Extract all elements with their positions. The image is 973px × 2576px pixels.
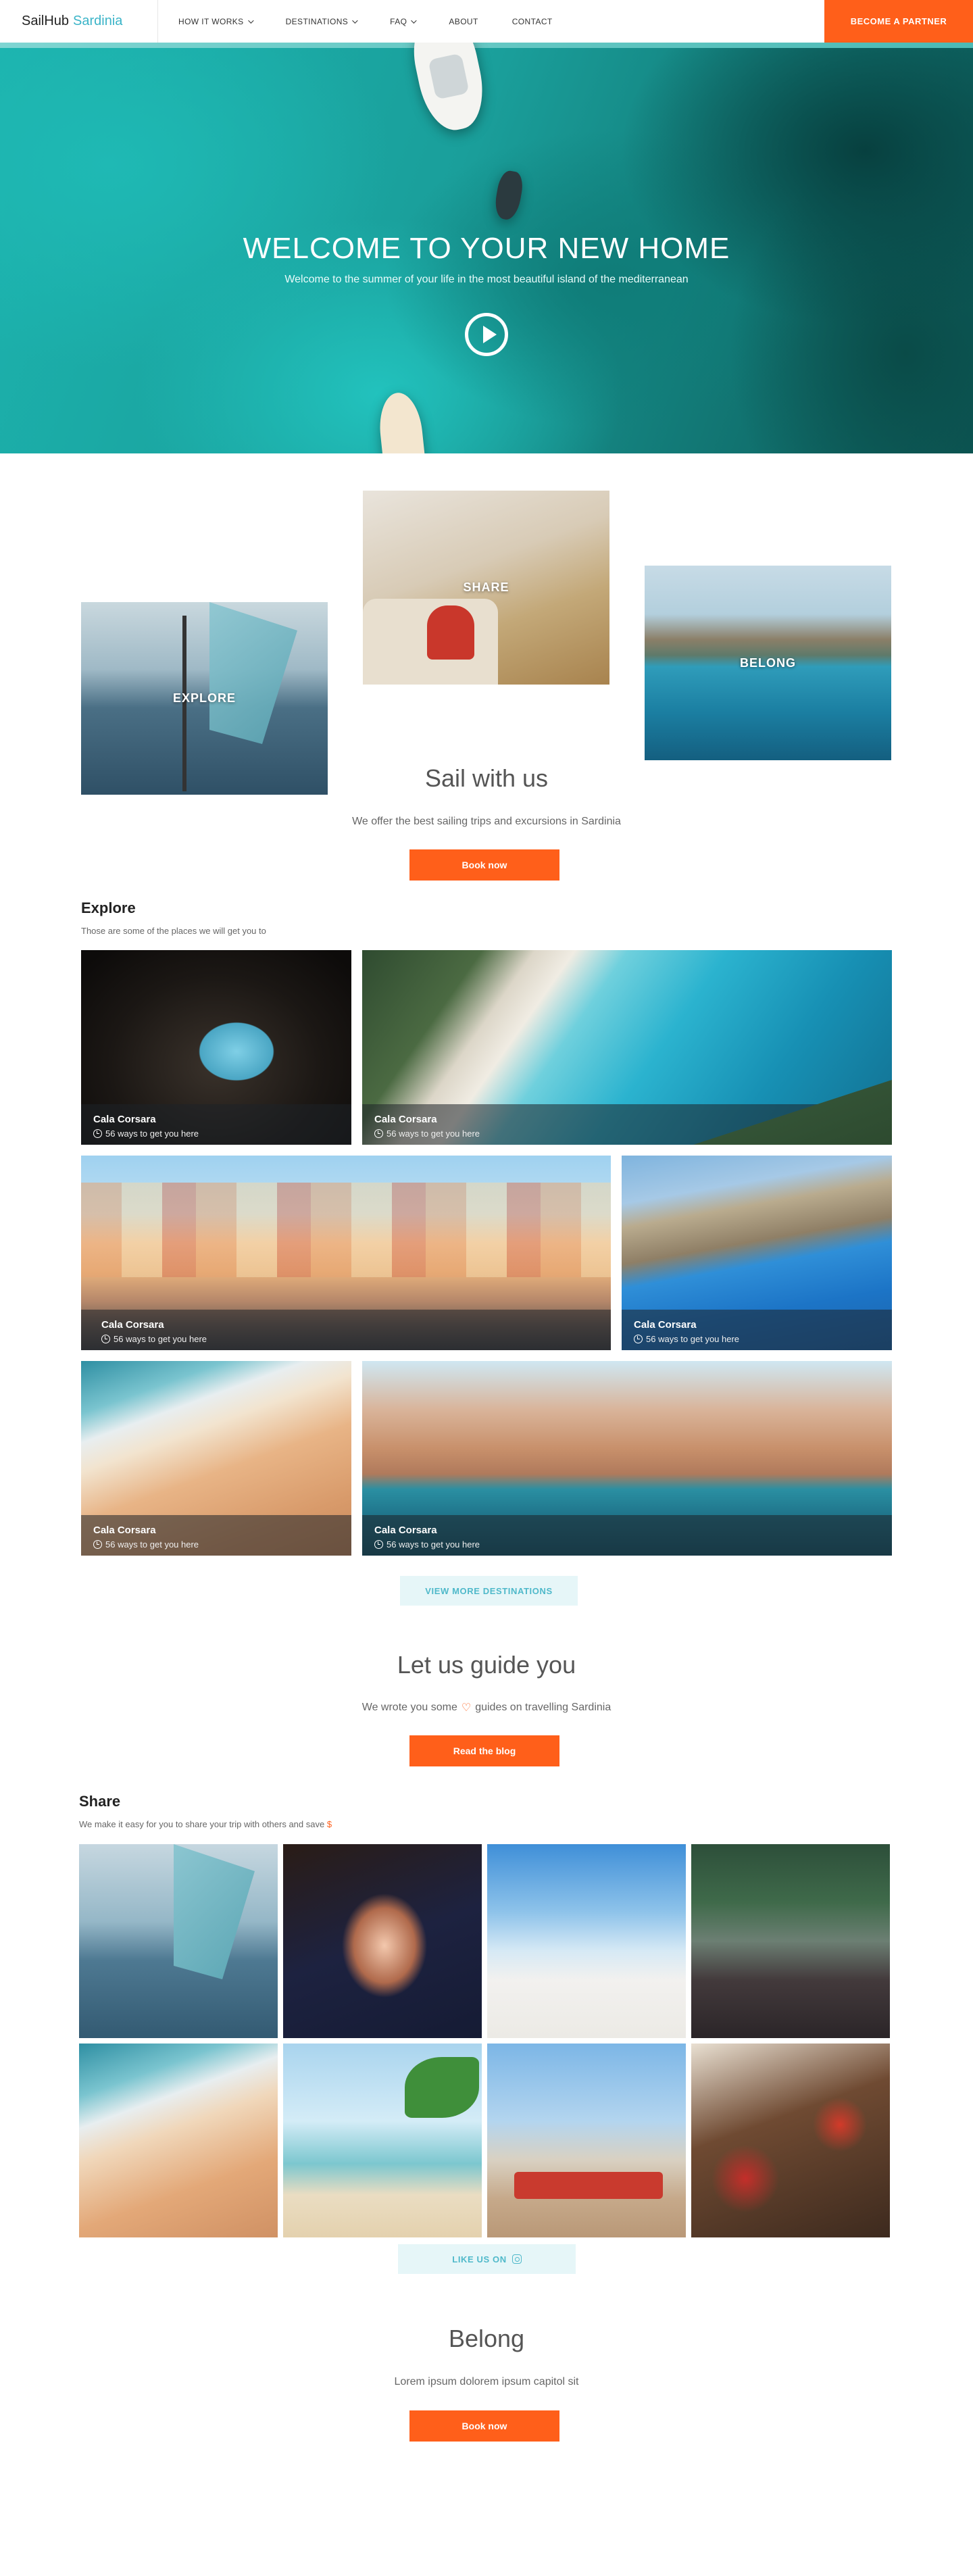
destination-tile[interactable]: Cala Corsara 56 ways to get you here — [81, 1361, 351, 1556]
hero-top-strip — [0, 43, 973, 48]
tile-meta: 56 ways to get you here — [374, 1539, 880, 1550]
hero-boat-image — [406, 43, 491, 136]
chevron-down-icon — [247, 17, 254, 24]
tile-caption: Cala Corsara 56 ways to get you here — [362, 1515, 892, 1556]
share-subtitle-text: We make it easy for you to share your tr… — [79, 1819, 325, 1829]
explore-title: Explore — [81, 899, 136, 916]
gallery-image[interactable] — [487, 1844, 686, 2038]
destination-tile[interactable]: Cala Corsara 56 ways to get you here — [362, 1361, 892, 1556]
main-menu: HOW IT WORKS DESTINATIONS FAQ ABOUT CONT… — [178, 17, 553, 26]
gallery-image[interactable] — [691, 1844, 890, 2038]
chevron-down-icon — [411, 17, 418, 24]
belong-book-now-button[interactable]: Book now — [409, 2410, 559, 2442]
nav-contact-label: CONTACT — [512, 16, 553, 26]
tile-name: Cala Corsara — [93, 1114, 156, 1125]
clock-icon — [374, 1540, 383, 1549]
guide-subtitle-before: We wrote you some — [361, 1702, 457, 1713]
brand-accent: Sardinia — [73, 14, 123, 28]
nav-how-it-works[interactable]: HOW IT WORKS — [178, 16, 254, 26]
hero-title: WELCOME TO YOUR NEW HOME — [243, 232, 730, 265]
tile-caption: Cala Corsara 56 ways to get you here — [362, 1104, 892, 1145]
tile-name: Cala Corsara — [93, 1525, 156, 1536]
like-us-label: LIKE US ON — [452, 2254, 507, 2264]
tile-meta-text: 56 ways to get you here — [646, 1334, 740, 1344]
tile-name: Cala Corsara — [634, 1319, 697, 1331]
hero-section: WELCOME TO YOUR NEW HOME Welcome to the … — [0, 43, 973, 453]
collage-share-label: SHARE — [463, 580, 509, 594]
hero-boat-bow-image — [376, 391, 427, 453]
nav-destinations[interactable]: DESTINATIONS — [285, 16, 358, 26]
tile-meta: 56 ways to get you here — [93, 1539, 339, 1550]
tile-caption: Cala Corsara 56 ways to get you here — [81, 1310, 611, 1350]
tile-meta-text: 56 ways to get you here — [114, 1334, 207, 1344]
explore-subtitle: Those are some of the places we will get… — [81, 926, 266, 936]
nav-how-it-works-label: HOW IT WORKS — [178, 16, 244, 26]
tile-caption: Cala Corsara 56 ways to get you here — [81, 1104, 351, 1145]
tile-meta: 56 ways to get you here — [374, 1129, 880, 1139]
collage-belong-image[interactable]: BELONG — [645, 566, 891, 760]
clock-icon — [634, 1335, 643, 1343]
collage-explore-label: EXPLORE — [172, 691, 236, 705]
brand-name: SailHub — [22, 14, 70, 28]
nav-about[interactable]: ABOUT — [449, 17, 478, 26]
belong-title: Belong — [448, 2325, 525, 2352]
clock-icon — [374, 1129, 383, 1138]
view-more-destinations-button[interactable]: VIEW MORE DESTINATIONS — [400, 1576, 578, 1606]
play-circle-icon[interactable] — [465, 313, 508, 356]
guide-subtitle-after: guides on travelling Sardinia — [475, 1702, 612, 1713]
nav-faq[interactable]: FAQ — [390, 16, 418, 26]
nav-contact[interactable]: CONTACT — [512, 17, 553, 26]
gallery-image[interactable] — [283, 2044, 482, 2237]
chevron-down-icon — [352, 17, 358, 24]
tile-meta-text: 56 ways to get you here — [386, 1539, 480, 1550]
gallery-image[interactable] — [487, 2044, 686, 2237]
gallery-image[interactable] — [691, 2044, 890, 2237]
instagram-icon — [512, 2254, 522, 2264]
gallery-image[interactable] — [79, 1844, 278, 2038]
collage-belong-label: BELONG — [739, 655, 796, 670]
sail-title: Sail with us — [424, 764, 549, 792]
gallery-image[interactable] — [283, 1844, 482, 2038]
tile-meta-text: 56 ways to get you here — [386, 1129, 480, 1139]
tile-meta-text: 56 ways to get you here — [105, 1129, 199, 1139]
nav-about-label: ABOUT — [449, 16, 478, 26]
tile-meta: 56 ways to get you here — [101, 1334, 599, 1344]
top-nav: SailHub Sardinia HOW IT WORKS DESTINATIO… — [0, 0, 973, 43]
book-now-button[interactable]: Book now — [409, 849, 559, 881]
gallery-image[interactable] — [79, 2044, 278, 2237]
guide-subtitle: We wrote you some ♡ guides on travelling… — [0, 1701, 973, 1714]
like-us-button[interactable]: LIKE US ON — [398, 2244, 576, 2274]
sail-subtitle: We offer the best sailing trips and excu… — [352, 816, 621, 827]
share-subtitle: We make it easy for you to share your tr… — [79, 1819, 332, 1829]
clock-icon — [93, 1540, 102, 1549]
tile-caption: Cala Corsara 56 ways to get you here — [622, 1310, 892, 1350]
destination-tile[interactable]: Cala Corsara 56 ways to get you here — [362, 950, 892, 1145]
hero-dinghy-image — [493, 169, 525, 222]
become-partner-button[interactable]: BECOME A PARTNER — [824, 0, 973, 43]
heart-icon: ♡ — [461, 1702, 472, 1714]
collage-share-image[interactable]: SHARE — [363, 491, 609, 685]
nav-faq-label: FAQ — [390, 16, 407, 26]
dollar-icon: $ — [326, 1819, 332, 1829]
belong-subtitle: Lorem ipsum dolorem ipsum capitol sit — [394, 2376, 579, 2387]
tile-meta: 56 ways to get you here — [634, 1334, 880, 1344]
read-blog-button[interactable]: Read the blog — [409, 1735, 559, 1766]
destination-tile[interactable]: Cala Corsara 56 ways to get you here — [81, 950, 351, 1145]
tile-caption: Cala Corsara 56 ways to get you here — [81, 1515, 351, 1556]
share-title: Share — [79, 1793, 121, 1810]
clock-icon — [101, 1335, 110, 1343]
guide-title: Let us guide you — [397, 1651, 576, 1679]
destination-tile[interactable]: Cala Corsara 56 ways to get you here — [81, 1156, 611, 1350]
tile-meta: 56 ways to get you here — [93, 1129, 339, 1139]
tile-name: Cala Corsara — [374, 1114, 437, 1125]
brand-logo[interactable]: SailHub Sardinia — [0, 0, 158, 43]
destination-tile[interactable]: Cala Corsara 56 ways to get you here — [622, 1156, 892, 1350]
hero-subtitle: Welcome to the summer of your life in th… — [284, 274, 689, 285]
tile-meta-text: 56 ways to get you here — [105, 1539, 199, 1550]
tile-name: Cala Corsara — [101, 1319, 164, 1331]
tile-name: Cala Corsara — [374, 1525, 437, 1536]
clock-icon — [93, 1129, 102, 1138]
nav-destinations-label: DESTINATIONS — [285, 16, 349, 26]
